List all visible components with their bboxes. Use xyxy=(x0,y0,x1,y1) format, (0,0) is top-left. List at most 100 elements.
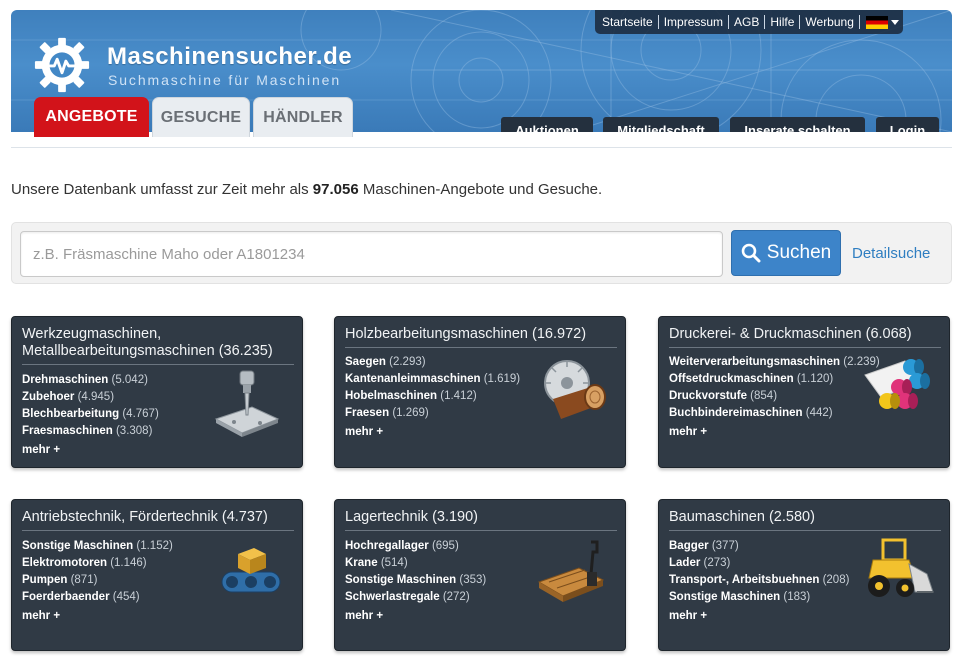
search-input[interactable] xyxy=(20,231,723,277)
subcategory-count: (208) xyxy=(822,574,850,586)
subcategory-name: Kantenanleimmaschinen xyxy=(345,373,481,385)
subcategory-list: Sonstige Maschinen (1.152) Elektromotore… xyxy=(22,538,173,606)
subcategory-item[interactable]: Krane (514) xyxy=(345,555,486,572)
subcategory-name: Weiterverarbeitungsmaschinen xyxy=(669,356,841,368)
category-card-antriebstechnik: Antriebstechnik, Fördertechnik (4.737) S… xyxy=(11,499,303,651)
subcategory-name: Zubehoer xyxy=(22,391,75,403)
category-count: (4.737) xyxy=(221,509,268,525)
category-title[interactable]: Lagertechnik (3.190) xyxy=(345,509,617,531)
search-button[interactable]: Suchen xyxy=(731,230,841,276)
subcategory-name: Sonstige Maschinen xyxy=(345,574,457,586)
subcategory-count: (2.293) xyxy=(389,356,426,368)
more-link[interactable]: mehr + xyxy=(22,610,60,622)
category-card-holzbearbeitung: Holzbearbeitungsmaschinen (16.972) Saege… xyxy=(334,316,626,468)
category-title-line1: Antriebstechnik, Fördertechnik xyxy=(22,509,218,525)
subcategory-item[interactable]: Sonstige Maschinen (183) xyxy=(669,589,849,606)
subcategory-item[interactable]: Blechbearbeitung (4.767) xyxy=(22,406,159,423)
subcategory-item[interactable]: Schwerlastregale (272) xyxy=(345,589,486,606)
language-selector[interactable] xyxy=(858,15,899,29)
subcategory-item[interactable]: Buchbindereimaschinen (442) xyxy=(669,405,880,422)
subcategory-name: Krane xyxy=(345,557,378,569)
topnav-werbung-link[interactable]: Werbung xyxy=(799,15,858,29)
auktionen-button[interactable]: Auktionen xyxy=(501,117,593,132)
login-button[interactable]: Login xyxy=(876,117,939,132)
subcategory-item[interactable]: Offsetdruckmaschinen (1.120) xyxy=(669,371,880,388)
category-title[interactable]: Holzbearbeitungsmaschinen (16.972) xyxy=(345,326,617,348)
subcategory-item[interactable]: Zubehoer (4.945) xyxy=(22,389,159,406)
subcategory-list: Weiterverarbeitungsmaschinen (2.239) Off… xyxy=(669,354,880,422)
subcategory-item[interactable]: Transport-, Arbeitsbuehnen (208) xyxy=(669,572,849,589)
more-link[interactable]: mehr + xyxy=(345,610,383,622)
category-title-line2: Metallbearbeitungsmaschinen xyxy=(22,343,215,359)
more-link[interactable]: mehr + xyxy=(669,426,707,438)
subcategory-item[interactable]: Elektromotoren (1.146) xyxy=(22,555,173,572)
drill-press-icon xyxy=(214,370,280,437)
category-count: (36.235) xyxy=(218,343,273,359)
subcategory-name: Hochregallager xyxy=(345,540,429,552)
topnav-startseite-link[interactable]: Startseite xyxy=(597,15,658,29)
mitgliedschaft-label: Mitgliedschaft xyxy=(617,122,705,133)
subcategory-count: (1.269) xyxy=(392,407,429,419)
subcategory-item[interactable]: Sonstige Maschinen (1.152) xyxy=(22,538,173,555)
subcategory-item[interactable]: Fraesen (1.269) xyxy=(345,405,520,422)
topnav-hilfe-link[interactable]: Hilfe xyxy=(764,15,799,29)
login-label: Login xyxy=(889,122,926,133)
category-card-baumaschinen: Baumaschinen (2.580) Bagger (377) Lader … xyxy=(658,499,950,651)
subcategory-count: (1.146) xyxy=(110,557,147,569)
subcategory-count: (1.120) xyxy=(796,373,834,385)
subcategory-item[interactable]: Foerderbaender (454) xyxy=(22,589,173,606)
german-flag-icon xyxy=(865,15,888,29)
subcategory-item[interactable]: Hobelmaschinen (1.412) xyxy=(345,388,520,405)
category-title-line1: Holzbearbeitungsmaschinen xyxy=(345,326,528,342)
subcategory-item[interactable]: Bagger (377) xyxy=(669,538,849,555)
category-title[interactable]: Antriebstechnik, Fördertechnik (4.737) xyxy=(22,509,294,531)
more-link[interactable]: mehr + xyxy=(345,426,383,438)
subcategory-count: (273) xyxy=(703,557,731,569)
logo-gear-icon[interactable] xyxy=(33,36,91,94)
subcategory-count: (353) xyxy=(459,574,487,586)
subcategory-item[interactable]: Kantenanleimmaschinen (1.619) xyxy=(345,371,520,388)
tab-haendler[interactable]: HÄNDLER xyxy=(253,97,353,137)
more-link[interactable]: mehr + xyxy=(669,610,707,622)
subcategory-name: Transport-, Arbeitsbuehnen xyxy=(669,574,820,586)
tab-gesuche[interactable]: GESUCHE xyxy=(152,97,250,137)
wheel-loader-icon xyxy=(868,538,934,597)
detailsuche-link[interactable]: Detailsuche xyxy=(852,245,930,262)
subcategory-item[interactable]: Saegen (2.293) xyxy=(345,354,520,371)
intro-text-after: Maschinen-Angebote und Gesuche. xyxy=(358,181,603,198)
subcategory-name: Fraesen xyxy=(345,407,390,419)
subcategory-item[interactable]: Weiterverarbeitungsmaschinen (2.239) xyxy=(669,354,880,371)
topnav-agb-link[interactable]: AGB xyxy=(728,15,764,29)
site-title[interactable]: Maschinensucher.de xyxy=(107,43,352,71)
subcategory-item[interactable]: Sonstige Maschinen (353) xyxy=(345,572,486,589)
subcategory-item[interactable]: Lader (273) xyxy=(669,555,849,572)
category-card-lagertechnik: Lagertechnik (3.190) Hochregallager (695… xyxy=(334,499,626,651)
subcategory-item[interactable]: Druckvorstufe (854) xyxy=(669,388,880,405)
subcategory-item[interactable]: Drehmaschinen (5.042) xyxy=(22,372,159,389)
search-button-label: Suchen xyxy=(766,242,832,263)
tab-angebote[interactable]: ANGEBOTE xyxy=(34,97,149,137)
subcategory-count: (695) xyxy=(431,540,459,552)
subcategory-count: (442) xyxy=(805,407,833,419)
offer-count: 97.056 xyxy=(312,181,359,198)
site-subtitle: Suchmaschine für Maschinen xyxy=(108,72,342,88)
subcategory-list: Hochregallager (695) Krane (514) Sonstig… xyxy=(345,538,486,606)
subcategory-item[interactable]: Fraesmaschinen (3.308) xyxy=(22,423,159,440)
subcategory-item[interactable]: Hochregallager (695) xyxy=(345,538,486,555)
category-card-werkzeugmaschinen: Werkzeugmaschinen, Metallbearbeitungsmas… xyxy=(11,316,303,468)
subcategory-name: Drehmaschinen xyxy=(22,374,109,386)
more-link[interactable]: mehr + xyxy=(22,444,60,456)
subcategory-count: (183) xyxy=(783,591,811,603)
pallet-jack-icon xyxy=(537,540,605,602)
subcategory-count: (272) xyxy=(442,591,470,603)
subcategory-item[interactable]: Pumpen (871) xyxy=(22,572,173,589)
category-title[interactable]: Werkzeugmaschinen, Metallbearbeitungsmas… xyxy=(22,326,294,365)
subcategory-count: (1.619) xyxy=(483,373,521,385)
category-title[interactable]: Druckerei- & Druckmaschinen (6.068) xyxy=(669,326,941,348)
database-intro-text: Unsere Datenbank umfasst zur Zeit mehr a… xyxy=(11,181,602,198)
subcategory-count: (854) xyxy=(750,390,778,402)
inserate-schalten-button[interactable]: Inserate schalten xyxy=(730,117,865,132)
mitgliedschaft-button[interactable]: Mitgliedschaft xyxy=(603,117,719,132)
topnav-impressum-link[interactable]: Impressum xyxy=(657,15,728,29)
category-title[interactable]: Baumaschinen (2.580) xyxy=(669,509,941,531)
